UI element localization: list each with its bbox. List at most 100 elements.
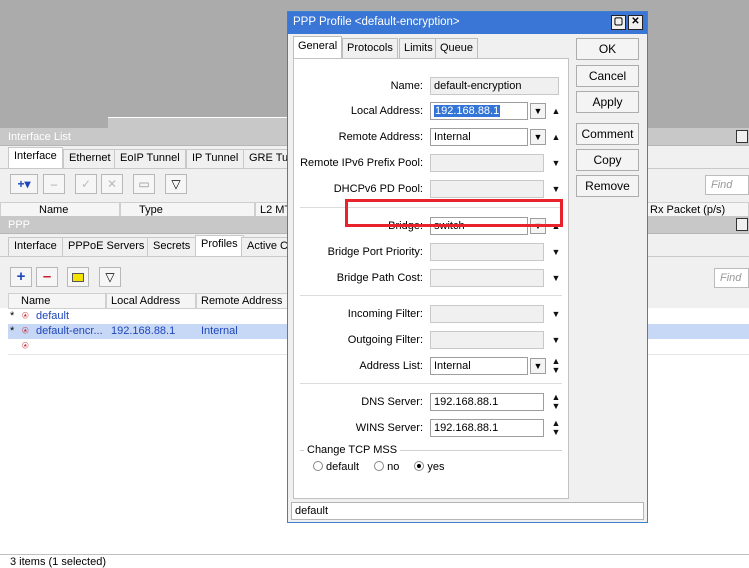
- background-window-strip: [108, 117, 288, 128]
- ok-button[interactable]: OK: [576, 38, 639, 60]
- tab-interface[interactable]: Interface: [8, 237, 63, 256]
- tab-eoip-tunnel[interactable]: EoIP Tunnel: [114, 149, 186, 168]
- add-icon[interactable]: +: [10, 267, 32, 287]
- maximize-icon[interactable]: [736, 218, 748, 231]
- tab-ethernet[interactable]: Ethernet: [63, 149, 117, 168]
- updown-icon[interactable]: ▲ ▼: [548, 419, 564, 437]
- dropdown-icon[interactable]: ▼: [530, 129, 546, 145]
- updown-icon[interactable]: ▲ ▼: [548, 357, 564, 375]
- tab-queue[interactable]: Queue: [435, 38, 479, 58]
- tab-interface[interactable]: Interface: [8, 147, 63, 168]
- radio-circle: [374, 461, 385, 471]
- address-list-field[interactable]: Internal: [430, 357, 528, 375]
- ppp-profile-dialog: PPP Profile <default-encryption> ▢ ✕ Gen…: [287, 11, 648, 523]
- disable-icon[interactable]: ✕: [101, 174, 123, 194]
- section-divider: [300, 383, 562, 384]
- dns-server-label: DNS Server:: [361, 396, 423, 408]
- tab-secrets[interactable]: Secrets: [147, 237, 197, 256]
- remove-icon[interactable]: –: [43, 174, 65, 194]
- radio-circle: [313, 461, 323, 471]
- dns-server-field[interactable]: 192.168.88.1: [430, 393, 544, 411]
- row-marker: *: [10, 310, 15, 322]
- filter-icon[interactable]: ▽: [165, 174, 187, 194]
- incoming-filter-label: Incoming Filter:: [347, 308, 423, 320]
- close-icon[interactable]: ✕: [628, 15, 643, 30]
- dhcpv6-pd-pool-label: DHCPv6 PD Pool:: [333, 183, 423, 195]
- incoming-filter-field[interactable]: [430, 305, 544, 323]
- ppp-status-bar: 3 items (1 selected): [0, 554, 749, 568]
- radio-yes-label: yes: [427, 461, 445, 473]
- tab-profiles[interactable]: Profiles: [195, 235, 244, 256]
- remote-ipv6-pool-label: Remote IPv6 Prefix Pool:: [300, 157, 423, 169]
- comment-icon[interactable]: ▭: [133, 174, 155, 194]
- enable-icon[interactable]: ✓: [75, 174, 97, 194]
- maximize-icon[interactable]: [736, 130, 748, 143]
- dhcpv6-pd-pool-field[interactable]: [430, 180, 544, 198]
- remove-icon[interactable]: –: [36, 267, 58, 287]
- row-remote-address: Internal: [201, 325, 238, 337]
- interface-find-input[interactable]: Find: [705, 175, 749, 195]
- table-row[interactable]: ⍟: [8, 339, 288, 354]
- tab-limits[interactable]: Limits: [399, 38, 438, 58]
- row-name: default: [36, 310, 70, 322]
- expand-icon[interactable]: ▼: [548, 180, 564, 198]
- radio-no-label: no: [387, 461, 400, 473]
- name-label: Name:: [390, 80, 423, 92]
- outgoing-filter-label: Outgoing Filter:: [347, 334, 423, 346]
- tab-pppoe-servers[interactable]: PPPoE Servers: [62, 237, 151, 256]
- tcp-mss-options: default no yes: [313, 460, 445, 474]
- dialog-title: PPP Profile <default-encryption>: [288, 12, 647, 34]
- bridge-path-cost-field[interactable]: [430, 269, 544, 287]
- expand-icon[interactable]: ▼: [548, 154, 564, 172]
- ppp-find-input[interactable]: Find: [714, 268, 749, 288]
- expand-icon[interactable]: ▼: [548, 269, 564, 287]
- add-icon[interactable]: +▾: [10, 174, 38, 194]
- bridge-port-priority-field[interactable]: [430, 243, 544, 261]
- name-field[interactable]: default-encryption: [430, 77, 559, 95]
- filter-icon[interactable]: ▽: [99, 267, 121, 287]
- bridge-path-cost-label: Bridge Path Cost:: [336, 272, 423, 284]
- tab-protocols[interactable]: Protocols: [342, 38, 398, 58]
- dropdown-icon[interactable]: ▼: [530, 358, 546, 374]
- section-divider: [300, 295, 562, 296]
- column-name[interactable]: Name: [8, 293, 106, 309]
- radio-circle-checked: [414, 461, 425, 471]
- collapse-icon[interactable]: ▲: [548, 102, 564, 120]
- row-name: default-encr...: [36, 325, 103, 337]
- apply-button[interactable]: Apply: [576, 91, 639, 113]
- column-remote-address[interactable]: Remote Address: [196, 293, 288, 309]
- column-local-address[interactable]: Local Address: [106, 293, 196, 309]
- wins-server-label: WINS Server:: [355, 422, 423, 434]
- tcp-mss-legend: Change TCP MSS: [304, 443, 401, 457]
- expand-icon[interactable]: ▼: [548, 243, 564, 261]
- comment-icon[interactable]: [67, 267, 89, 287]
- comment-button[interactable]: Comment: [576, 123, 639, 145]
- dropdown-icon[interactable]: ▼: [530, 103, 546, 119]
- tab-general[interactable]: General: [293, 36, 343, 58]
- general-panel: Name: default-encryption Local Address: …: [293, 58, 569, 499]
- remove-button[interactable]: Remove: [576, 175, 639, 197]
- expand-icon[interactable]: ▼: [548, 305, 564, 323]
- collapse-icon[interactable]: ▲: [548, 128, 564, 146]
- outgoing-filter-field[interactable]: [430, 331, 544, 349]
- table-row[interactable]: * ⍟ default: [8, 309, 288, 324]
- remote-address-field[interactable]: Internal: [430, 128, 528, 146]
- row-marker: *: [10, 325, 15, 337]
- tab-ip-tunnel[interactable]: IP Tunnel: [186, 149, 245, 168]
- updown-icon[interactable]: ▲ ▼: [548, 393, 564, 411]
- local-address-field[interactable]: 192.168.88.1: [430, 102, 528, 120]
- radio-no[interactable]: no: [374, 461, 399, 473]
- expand-icon[interactable]: ▼: [548, 331, 564, 349]
- remote-ipv6-pool-field[interactable]: [430, 154, 544, 172]
- local-address-label: Local Address:: [350, 105, 423, 117]
- bridge-highlight-box: [345, 199, 563, 227]
- remote-address-label: Remote Address:: [338, 131, 423, 143]
- profile-icon: ⍟: [22, 310, 29, 322]
- radio-yes[interactable]: yes: [414, 461, 445, 473]
- cancel-button[interactable]: Cancel: [576, 65, 639, 87]
- radio-default-label: default: [326, 461, 360, 473]
- copy-button[interactable]: Copy: [576, 149, 639, 171]
- wins-server-field[interactable]: 192.168.88.1: [430, 419, 544, 437]
- maximize-icon[interactable]: ▢: [611, 15, 626, 30]
- radio-default[interactable]: default: [313, 461, 359, 473]
